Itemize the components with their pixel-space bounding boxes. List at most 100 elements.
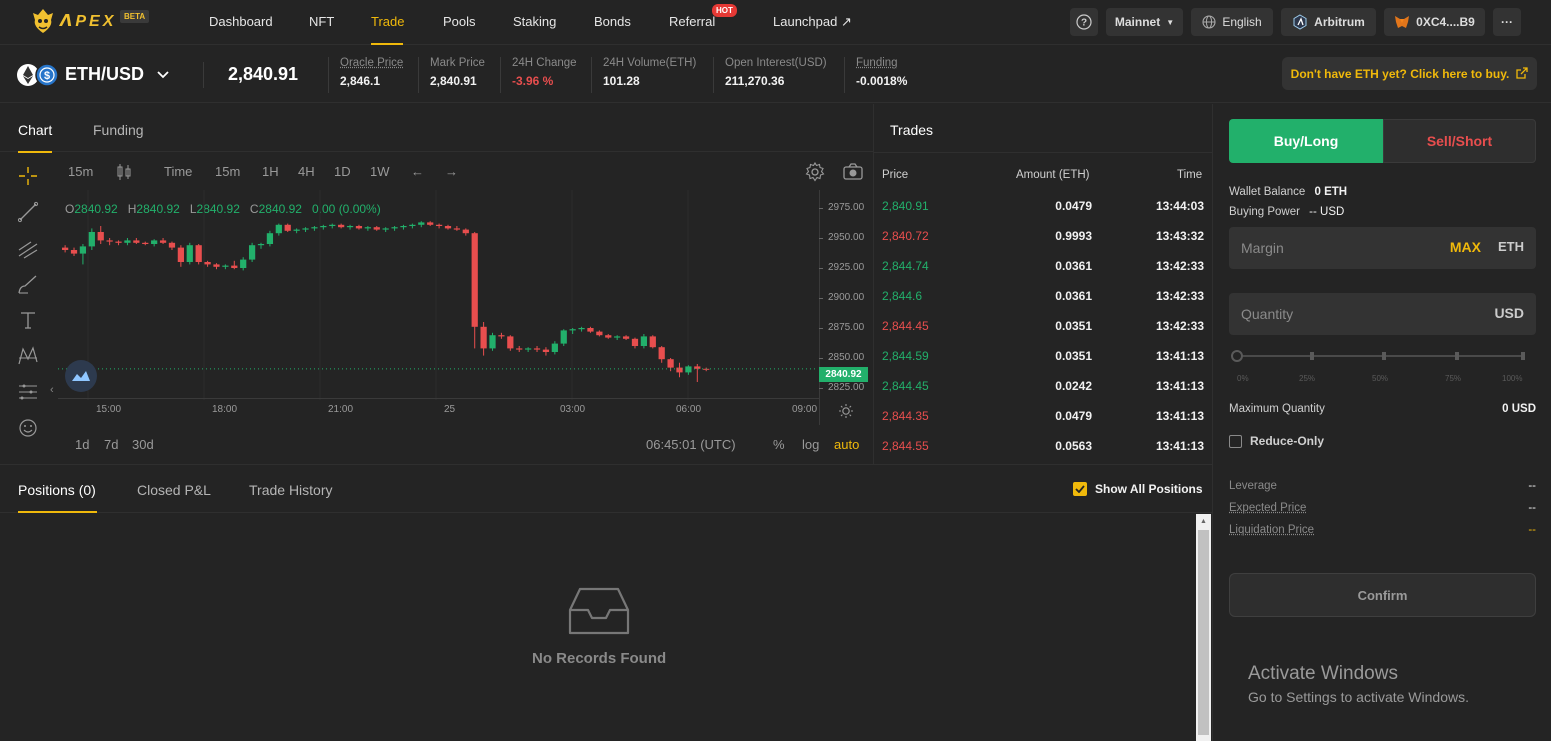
nav-trade[interactable]: Trade — [371, 14, 404, 29]
tab-trade-history[interactable]: Trade History — [249, 482, 333, 498]
stat-open-interest: Open Interest(USD) 211,270.36 — [725, 57, 827, 88]
text-tool-icon[interactable] — [16, 308, 40, 332]
tradingview-logo-icon[interactable] — [65, 360, 97, 392]
more-menu-button[interactable]: ··· — [1493, 8, 1521, 36]
reduce-only-toggle[interactable]: Reduce-Only — [1229, 434, 1324, 448]
trade-price: 2,844.35 — [882, 409, 929, 423]
candlestick-chart[interactable] — [58, 190, 818, 400]
liquidation-price-label: Liquidation Price — [1229, 524, 1315, 536]
nav-staking[interactable]: Staking — [513, 14, 556, 29]
stat-label: 24H Volume(ETH) — [603, 57, 697, 69]
checkbox-unchecked-icon[interactable] — [1229, 434, 1242, 448]
candle-body — [168, 242, 176, 248]
brand-name: ᐱPEX — [60, 13, 117, 30]
order-panel — [1213, 104, 1551, 741]
interval-current[interactable]: 15m — [68, 164, 93, 179]
nav-pools[interactable]: Pools — [443, 14, 476, 29]
crosshair-icon[interactable] — [16, 164, 40, 188]
trend-line-icon[interactable] — [16, 200, 40, 224]
percent-scale-toggle[interactable]: % — [773, 437, 785, 452]
collapse-toolbar-icon[interactable]: ‹ — [50, 384, 54, 396]
buy-long-button[interactable]: Buy/Long — [1229, 119, 1383, 163]
candle-body — [124, 240, 131, 243]
slider-tick[interactable] — [1382, 352, 1386, 360]
candle-body — [97, 232, 104, 241]
measure-tool-icon[interactable] — [16, 380, 40, 404]
candle-body — [533, 348, 541, 350]
candle — [525, 347, 532, 352]
candle-body — [346, 226, 354, 228]
buy-eth-link[interactable]: Don't have ETH yet? Click here to buy. — [1282, 57, 1537, 90]
interval-time[interactable]: Time — [164, 164, 192, 179]
interval-15m[interactable]: 15m — [215, 164, 240, 179]
checkbox-checked-icon[interactable] — [1073, 482, 1087, 496]
nav-dashboard[interactable]: Dashboard — [209, 14, 273, 29]
interval-1h[interactable]: 1H — [262, 164, 279, 179]
auto-scale-toggle[interactable]: auto — [834, 437, 859, 452]
chain-select[interactable]: Arbitrum — [1281, 8, 1376, 36]
show-all-positions-toggle[interactable]: Show All Positions — [1073, 482, 1203, 496]
x-tick-label: 09:00 — [792, 404, 818, 415]
undo-button[interactable]: ← — [411, 164, 424, 179]
sell-short-button[interactable]: Sell/Short — [1383, 119, 1536, 163]
expected-price-label: Expected Price — [1229, 502, 1307, 514]
redo-button[interactable]: → — [445, 164, 458, 179]
camera-icon[interactable] — [842, 162, 864, 182]
interval-1d[interactable]: 1D — [334, 164, 351, 179]
candle — [605, 334, 612, 339]
pair-selector[interactable]: ETH/USD — [65, 64, 169, 85]
candle — [320, 224, 327, 230]
interval-4h[interactable]: 4H — [298, 164, 315, 179]
tab-positions[interactable]: Positions (0) — [18, 482, 96, 498]
trade-time: 13:42:33 — [1155, 289, 1204, 303]
candle — [569, 328, 576, 334]
range-1d[interactable]: 1d — [75, 437, 89, 452]
quantity-slider[interactable] — [1237, 355, 1524, 357]
slider-handle[interactable] — [1231, 350, 1243, 362]
max-button[interactable]: MAX — [1450, 239, 1481, 255]
confirm-button[interactable]: Confirm — [1229, 573, 1536, 617]
tab-closed-pnl[interactable]: Closed P&L — [137, 482, 211, 498]
log-scale-toggle[interactable]: log — [802, 437, 819, 452]
nav-launchpad[interactable]: Launchpad ↗ — [773, 14, 852, 30]
help-button[interactable]: ? — [1070, 8, 1098, 36]
candle-body — [79, 246, 87, 254]
wallet-balance-value: 0 ETH — [1314, 186, 1348, 198]
quantity-input[interactable]: Quantity USD — [1229, 293, 1536, 335]
nav-nft[interactable]: NFT — [309, 14, 334, 29]
brush-icon[interactable] — [16, 272, 40, 296]
tab-chart[interactable]: Chart — [18, 122, 52, 138]
margin-input[interactable]: Margin MAX ETH — [1229, 227, 1536, 269]
candle — [685, 365, 692, 375]
fib-tool-icon[interactable] — [16, 236, 40, 260]
scroll-up-icon[interactable]: ▲ — [1200, 518, 1207, 525]
interval-1w[interactable]: 1W — [370, 164, 390, 179]
pattern-tool-icon[interactable] — [16, 344, 40, 368]
settings-gear-icon[interactable] — [804, 161, 826, 183]
positions-scrollbar[interactable]: ▲ — [1196, 514, 1211, 741]
apex-logo[interactable]: ᐱPEX — [32, 8, 116, 34]
brightness-icon[interactable] — [838, 403, 854, 419]
range-30d[interactable]: 30d — [132, 437, 154, 452]
tab-funding[interactable]: Funding — [93, 122, 144, 138]
nav-bonds[interactable]: Bonds — [594, 14, 631, 29]
candle — [587, 326, 594, 333]
nav-referral[interactable]: Referral — [669, 14, 715, 29]
buying-power-row: Buying Power -- USD — [1229, 206, 1344, 218]
scroll-thumb[interactable] — [1198, 530, 1209, 735]
wallet-button[interactable]: 0XC4....B9 — [1384, 8, 1485, 36]
candle — [658, 346, 665, 363]
network-select[interactable]: Mainnet ▼ — [1106, 8, 1183, 36]
candle — [391, 226, 398, 231]
slider-tick[interactable] — [1310, 352, 1314, 360]
range-7d[interactable]: 7d — [104, 437, 118, 452]
slider-tick[interactable] — [1455, 352, 1459, 360]
trade-amount: 0.0351 — [1055, 319, 1092, 333]
empty-state-text: No Records Found — [532, 650, 667, 667]
candle — [471, 232, 478, 349]
top-bar: ᐱPEX BETA Dashboard NFT Trade Pools Stak… — [0, 0, 1551, 45]
language-select[interactable]: English — [1191, 8, 1273, 36]
candle-type-icon[interactable] — [116, 163, 132, 181]
emoji-tool-icon[interactable] — [16, 416, 40, 440]
slider-tick[interactable] — [1521, 352, 1525, 360]
